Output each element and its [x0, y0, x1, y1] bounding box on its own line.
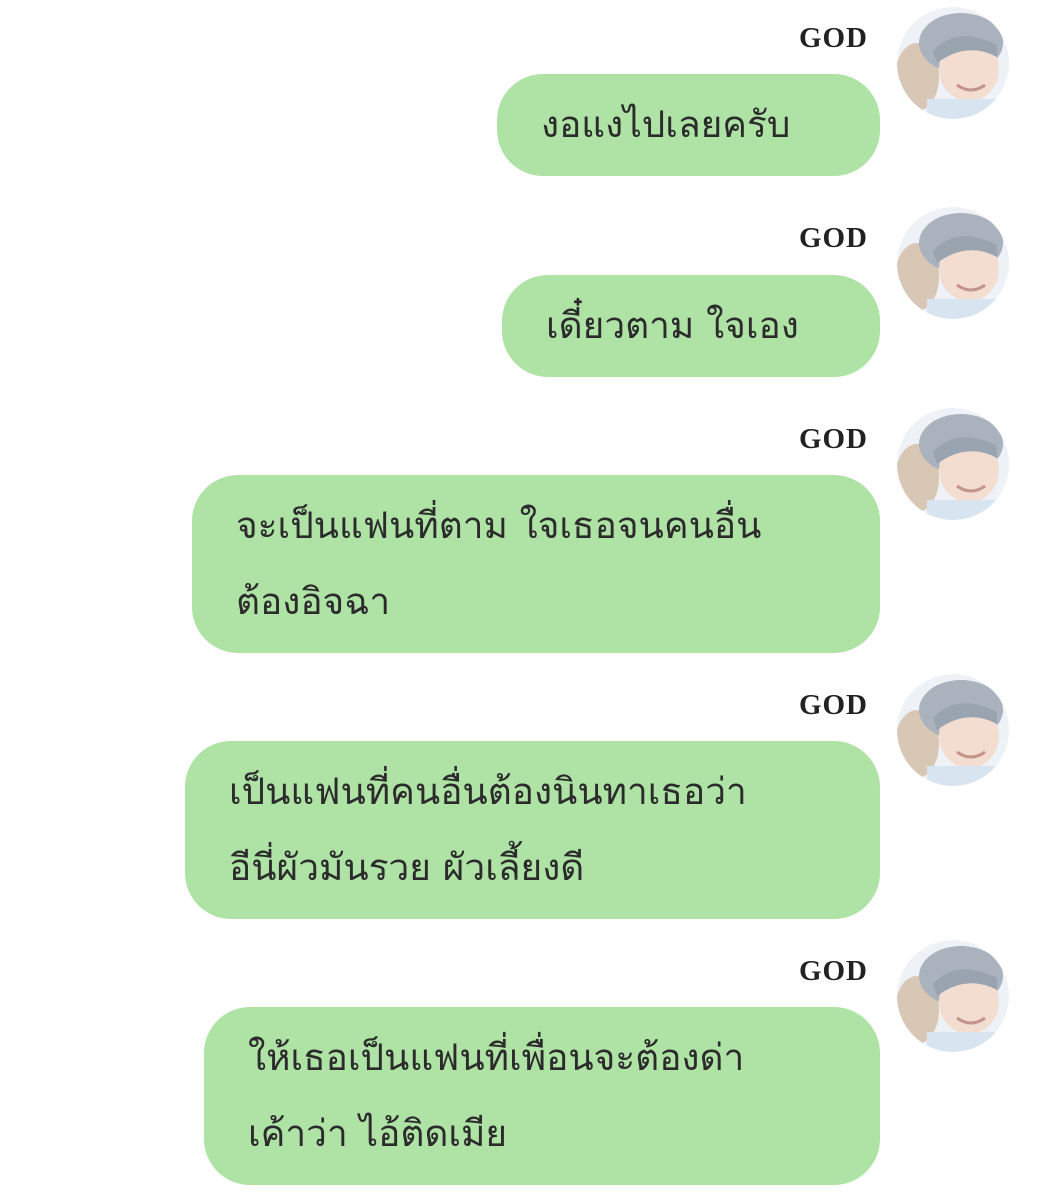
user-avatar-photo-icon	[897, 940, 1009, 1052]
avatar[interactable]	[897, 408, 1009, 520]
avatar[interactable]	[897, 674, 1009, 786]
avatar[interactable]	[897, 940, 1009, 1052]
user-avatar-photo-icon	[897, 207, 1009, 319]
message-bubble[interactable]: เดี๋ยวตาม ใจเอง	[502, 275, 880, 377]
avatar[interactable]	[897, 7, 1009, 119]
sender-name: GOD	[798, 22, 868, 54]
user-avatar-photo-icon	[897, 7, 1009, 119]
avatar[interactable]	[897, 207, 1009, 319]
sender-name: GOD	[798, 689, 868, 721]
sender-name: GOD	[798, 222, 868, 254]
user-avatar-photo-icon	[897, 408, 1009, 520]
message-bubble[interactable]: จะเป็นแฟนที่ตาม ใจเธอจนคนอื่น ต้องอิจฉา	[192, 475, 880, 653]
message-bubble[interactable]: งอแงไปเลยครับ	[497, 74, 880, 176]
sender-name: GOD	[798, 955, 868, 987]
message-bubble[interactable]: เป็นแฟนที่คนอื่นต้องนินทาเธอว่า อีนี่ผัว…	[185, 741, 880, 919]
message-bubble[interactable]: ให้เธอเป็นแฟนที่เพื่อนจะต้องด่า เค้าว่า …	[204, 1007, 880, 1185]
sender-name: GOD	[798, 423, 868, 455]
user-avatar-photo-icon	[897, 674, 1009, 786]
chat-screen: { "colors": { "bubble": "#afe3a6", "text…	[0, 0, 1051, 1200]
